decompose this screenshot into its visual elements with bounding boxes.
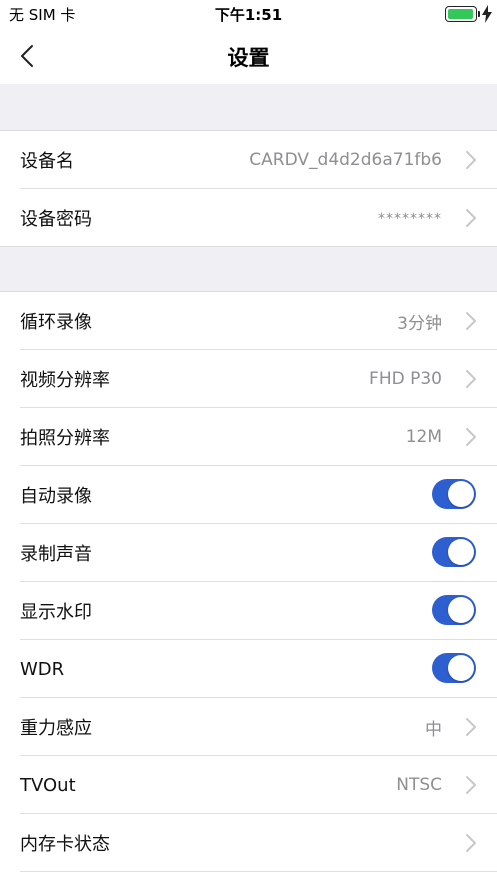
row-label: 录制声音: [20, 544, 92, 565]
settings-row-record-audio: 录制声音: [0, 524, 497, 582]
toggle-knob: [448, 481, 474, 507]
settings-row-sd-card-status[interactable]: 内存卡状态: [0, 814, 497, 872]
row-label: TVOut: [20, 774, 76, 796]
row-label: WDR: [20, 658, 65, 680]
row-label: 重力感应: [20, 718, 92, 739]
chevron-right-icon: [466, 428, 476, 446]
toggle-knob: [448, 539, 474, 565]
auto-record-toggle[interactable]: [432, 479, 476, 509]
row-label: 拍照分辨率: [20, 428, 110, 449]
chevron-right-icon: [466, 834, 476, 852]
toggle-knob: [448, 597, 474, 623]
section-separator: [0, 247, 497, 292]
watermark-toggle[interactable]: [432, 595, 476, 625]
wdr-toggle[interactable]: [432, 653, 476, 683]
settings-row-loop-recording[interactable]: 循环录像 3分钟: [0, 292, 497, 350]
row-label: 循环录像: [20, 312, 92, 333]
device-settings-group: 设备名 CARDV_d4d2d6a71fb6 设备密码 ********: [0, 131, 497, 247]
chevron-right-icon: [466, 151, 476, 169]
row-label: 视频分辨率: [20, 370, 110, 391]
settings-row-gsensor[interactable]: 重力感应 中: [0, 698, 497, 756]
row-label: 自动录像: [20, 486, 92, 507]
row-value: ********: [378, 211, 442, 227]
chevron-right-icon: [466, 209, 476, 227]
row-value: 12M: [405, 427, 442, 447]
section-separator: [0, 84, 497, 131]
chevron-right-icon: [466, 312, 476, 330]
battery-fill: [448, 9, 473, 19]
settings-row-tvout[interactable]: TVOut NTSC: [0, 756, 497, 814]
chevron-right-icon: [466, 370, 476, 388]
row-value: 中: [425, 719, 442, 740]
settings-row-device-name[interactable]: 设备名 CARDV_d4d2d6a71fb6: [0, 131, 497, 189]
battery-cap: [478, 11, 480, 17]
battery-icon: [445, 6, 477, 22]
chevron-right-icon: [466, 776, 476, 794]
row-label: 设备名: [20, 151, 74, 172]
status-time: 下午1:51: [214, 6, 283, 24]
navigation-bar: 设置: [0, 28, 497, 84]
recording-settings-group: 循环录像 3分钟 视频分辨率 FHD P30 拍照分辨率 12M 自动录像 录制…: [0, 292, 497, 872]
page-title: 设置: [227, 46, 270, 70]
row-value: 3分钟: [397, 313, 442, 334]
record-audio-toggle[interactable]: [432, 537, 476, 567]
charging-bolt-icon: [482, 5, 492, 23]
toggle-knob: [448, 655, 474, 681]
row-label: 显示水印: [20, 602, 92, 623]
settings-row-wdr: WDR: [0, 640, 497, 698]
row-label: 内存卡状态: [20, 834, 110, 855]
settings-row-photo-resolution[interactable]: 拍照分辨率 12M: [0, 408, 497, 466]
chevron-right-icon: [466, 718, 476, 736]
row-value: NTSC: [396, 775, 442, 795]
status-bar: 无 SIM 卡 下午1:51: [0, 0, 497, 28]
settings-row-video-resolution[interactable]: 视频分辨率 FHD P30: [0, 350, 497, 408]
settings-row-device-password[interactable]: 设备密码 ********: [0, 189, 497, 247]
row-value: CARDV_d4d2d6a71fb6: [249, 150, 442, 170]
settings-row-auto-record: 自动录像: [0, 466, 497, 524]
row-label: 设备密码: [20, 209, 92, 230]
row-value: FHD P30: [369, 369, 442, 389]
settings-row-watermark: 显示水印: [0, 582, 497, 640]
